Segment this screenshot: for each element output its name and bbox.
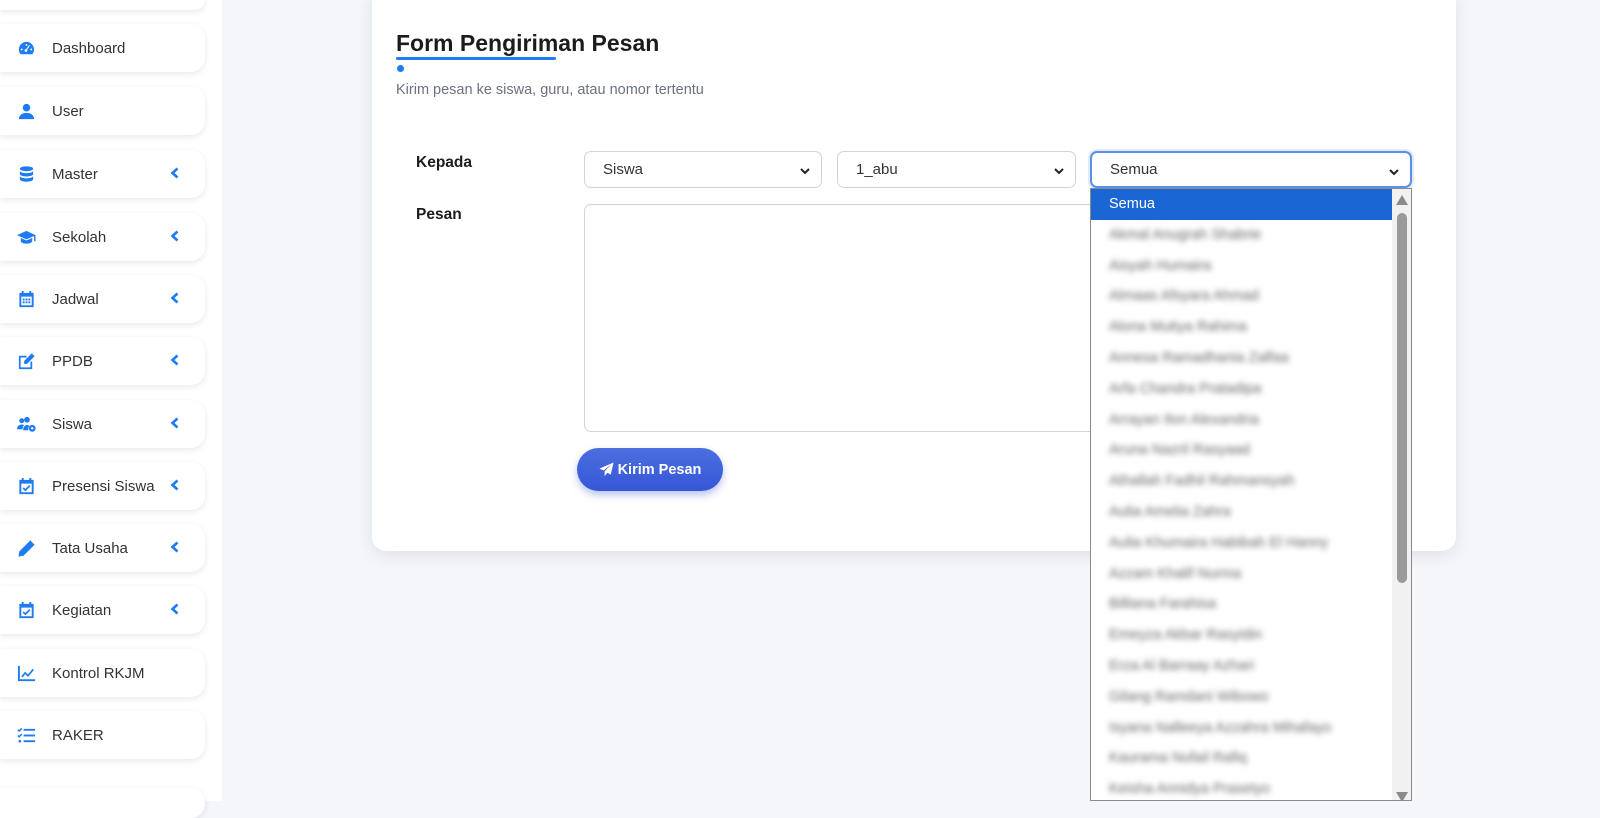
- edit-icon: [16, 351, 36, 371]
- sidebar-item-dashboard[interactable]: Dashboard: [0, 24, 205, 72]
- database-icon: [16, 164, 36, 184]
- sidebar-item-label: Tata Usaha: [52, 539, 128, 557]
- dropdown-option[interactable]: Gilang Ramdani Wibowo: [1091, 682, 1393, 713]
- dropdown-option[interactable]: Azzam Khalif Nurma: [1091, 559, 1393, 590]
- sidebar-item-label: Jadwal: [52, 290, 99, 308]
- chevron-left-icon: [170, 602, 182, 616]
- dropdown-option[interactable]: Emeyza Akbar Rasyidin: [1091, 620, 1393, 651]
- dropdown-option[interactable]: Aulia Khumaira Habibah El Hanny: [1091, 528, 1393, 559]
- sidebar-item-tata-usaha[interactable]: Tata Usaha: [0, 524, 205, 572]
- dropdown-option[interactable]: Arfa Chandra Pratadipa: [1091, 374, 1393, 405]
- to-label: Kepada: [416, 154, 472, 171]
- sidebar-item-user[interactable]: User: [0, 87, 205, 135]
- page-title: Form Pengiriman Pesan: [396, 30, 660, 56]
- sidebar-item-label: RAKER: [52, 726, 104, 744]
- dropdown-option[interactable]: Akmal Anugrah Shabrie: [1091, 220, 1393, 251]
- chevron-down-icon: [799, 164, 811, 176]
- dropdown-option[interactable]: Kaurama Nufail Rafiq: [1091, 743, 1393, 774]
- chart-line-icon: [16, 663, 36, 683]
- scroll-down-arrow-icon[interactable]: [1396, 792, 1408, 800]
- sidebar-item-label: Siswa: [52, 415, 93, 433]
- sidebar-item-label: User: [52, 102, 84, 120]
- calendar-icon: [16, 289, 36, 309]
- chevron-left-icon: [170, 291, 182, 305]
- student-dropdown-list[interactable]: Semua Akmal Anugrah Shabrie Aisyah Humai…: [1090, 188, 1412, 801]
- dropdown-option[interactable]: Keisha Annidya Prasetyo: [1091, 774, 1393, 800]
- dropdown-option[interactable]: Arrayan Ilon Alexandria: [1091, 405, 1393, 436]
- sidebar-item-kontrol-rkjm[interactable]: Kontrol RKJM: [0, 649, 205, 697]
- calendar-check-icon: [16, 476, 36, 496]
- users-gear-icon: [16, 414, 36, 434]
- graduation-cap-icon: [16, 227, 36, 247]
- list-check-icon: [16, 725, 36, 745]
- chevron-left-icon: [170, 229, 182, 243]
- chevron-left-icon: [170, 478, 182, 492]
- sidebar-item-label: Presensi Siswa: [52, 477, 155, 495]
- dropdown-option[interactable]: Isyana Nalleeya Azzahra Mihafayo: [1091, 713, 1393, 744]
- dropdown-option[interactable]: Annesa Ramadhania Zalfaa: [1091, 343, 1393, 374]
- sidebar-item-partial-bottom[interactable]: [0, 788, 205, 818]
- message-textarea[interactable]: [584, 204, 1096, 432]
- calendar-check-icon: [16, 600, 36, 620]
- chevron-left-icon: [170, 353, 182, 367]
- sidebar-item-label: Kontrol RKJM: [52, 664, 145, 682]
- sidebar-item-presensi-siswa[interactable]: Presensi Siswa: [0, 462, 205, 510]
- user-icon: [16, 101, 36, 121]
- sidebar-item-master[interactable]: Master: [0, 150, 205, 198]
- sidebar-item-raker[interactable]: RAKER: [0, 711, 205, 759]
- chevron-down-icon: [1053, 164, 1065, 176]
- dropdown-option[interactable]: Almaas Afsyara Ahmad: [1091, 281, 1393, 312]
- sidebar: Dashboard User Master Sekolah Jadwal PPD…: [0, 0, 222, 818]
- sidebar-item-kegiatan[interactable]: Kegiatan: [0, 586, 205, 634]
- dropdown-option[interactable]: Erza Al Barraay Azhari: [1091, 651, 1393, 682]
- send-button-label: Kirim Pesan: [617, 461, 702, 478]
- dropdown-scrollbar[interactable]: [1392, 189, 1411, 800]
- sidebar-item-jadwal[interactable]: Jadwal: [0, 275, 205, 323]
- scrollbar-thumb[interactable]: [1397, 213, 1407, 583]
- title-dot: [397, 65, 404, 72]
- sidebar-item-siswa[interactable]: Siswa: [0, 400, 205, 448]
- dropdown-option[interactable]: Athallah Fadhil Rahmansyah: [1091, 466, 1393, 497]
- chevron-left-icon: [170, 166, 182, 180]
- dropdown-option[interactable]: Aulia Amelia Zahra: [1091, 497, 1393, 528]
- recipient-type-select[interactable]: Siswa: [584, 151, 822, 188]
- class-select[interactable]: 1_abu: [837, 151, 1076, 188]
- dropdown-option[interactable]: Alona Mutiya Rahima: [1091, 312, 1393, 343]
- sidebar-item-sekolah[interactable]: Sekolah: [0, 213, 205, 261]
- dropdown-option[interactable]: Billiana Farahisa: [1091, 589, 1393, 620]
- dropdown-option-selected[interactable]: Semua: [1091, 189, 1393, 220]
- select-value: Siswa: [603, 161, 644, 178]
- dropdown-options: Semua Akmal Anugrah Shabrie Aisyah Humai…: [1091, 189, 1393, 800]
- chevron-left-icon: [170, 416, 182, 430]
- title-underline: [396, 57, 556, 60]
- select-value: Semua: [1110, 161, 1158, 178]
- chevron-left-icon: [170, 540, 182, 554]
- page-subtitle: Kirim pesan ke siswa, guru, atau nomor t…: [396, 82, 704, 98]
- sidebar-item-label: Dashboard: [52, 39, 126, 57]
- student-select[interactable]: Semua: [1090, 151, 1412, 188]
- dropdown-option[interactable]: Aruna Nazril Rasyaad: [1091, 435, 1393, 466]
- sidebar-item-label: Sekolah: [52, 228, 107, 246]
- gauge-icon: [16, 38, 36, 58]
- sidebar-item-partial-top[interactable]: [0, 0, 205, 10]
- pencil-icon: [16, 538, 36, 558]
- send-message-button[interactable]: Kirim Pesan: [577, 448, 723, 491]
- chevron-down-icon: [1388, 165, 1400, 177]
- paper-plane-icon: [599, 462, 614, 477]
- select-value: 1_abu: [856, 161, 898, 178]
- sidebar-item-label: PPDB: [52, 352, 93, 370]
- message-label: Pesan: [416, 206, 462, 223]
- sidebar-item-ppdb[interactable]: PPDB: [0, 337, 205, 385]
- sidebar-item-label: Master: [52, 165, 98, 183]
- scroll-up-arrow-icon[interactable]: [1396, 195, 1408, 205]
- dropdown-option[interactable]: Aisyah Humaira: [1091, 251, 1393, 282]
- sidebar-item-label: Kegiatan: [52, 601, 112, 619]
